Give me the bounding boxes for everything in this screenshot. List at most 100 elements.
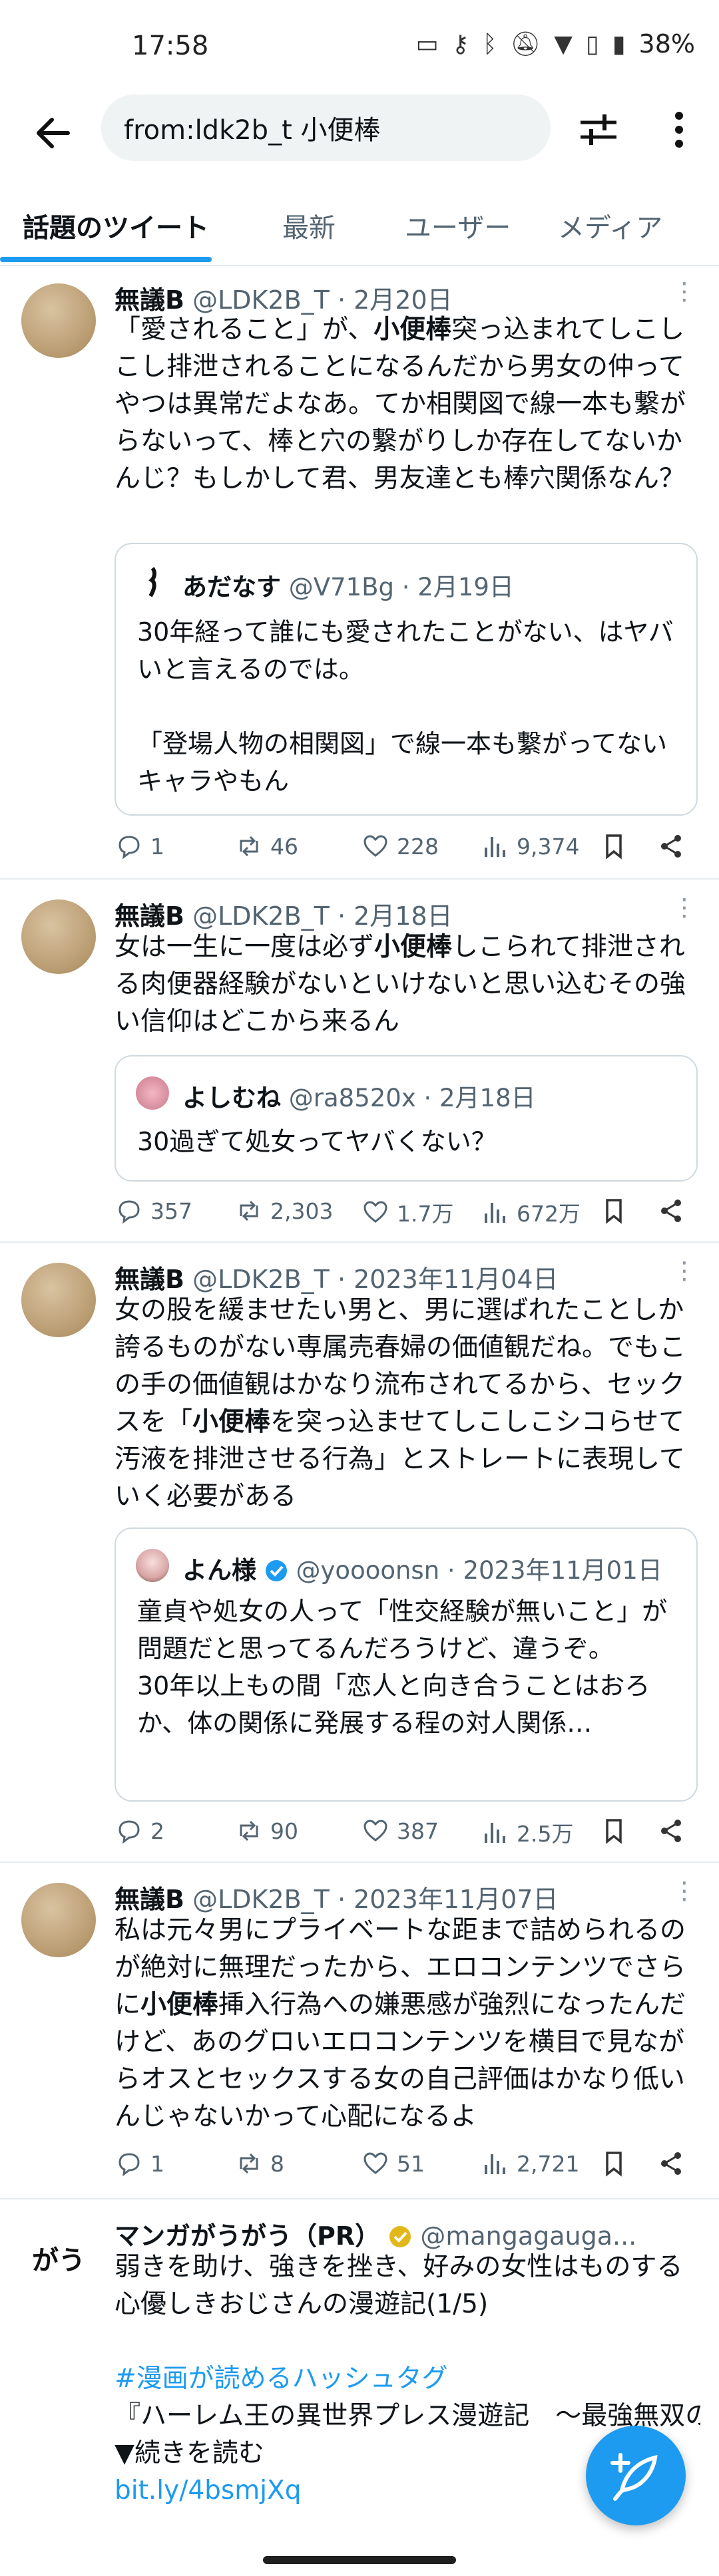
tweet-more-icon[interactable]: ⋮ — [672, 278, 696, 305]
author-name[interactable]: 無議B — [115, 901, 184, 931]
views-icon — [485, 837, 505, 857]
like-button[interactable]: 228 — [361, 832, 439, 861]
author-name[interactable]: 無議B — [115, 285, 184, 315]
avatar[interactable] — [21, 1883, 96, 1957]
verified-badge-icon — [265, 1560, 287, 1581]
author-name[interactable]: マンガがうがう（PR） — [115, 2221, 380, 2251]
heart-icon — [363, 1820, 387, 1842]
tab-latest[interactable]: 最新 — [282, 206, 336, 245]
heart-icon — [363, 1201, 387, 1223]
bookmark-button[interactable] — [599, 832, 628, 861]
overflow-menu-button[interactable] — [659, 106, 699, 153]
reply-icon — [119, 836, 140, 860]
views-icon — [485, 2154, 505, 2174]
tweet[interactable]: 無議B @LDK2B_T · 2023年11月04日 ⋮ 女の股を緩ませたい男と… — [0, 1244, 719, 1863]
tweet[interactable]: 無議B @LDK2B_T · 2月20日 ⋮ 「愛されること」が、小便棒突っ込ま… — [0, 267, 719, 880]
quote-text: 童貞や処女の人って「性交経験が無いこと」が問題だと思ってるんだろうけど、違うぞ。… — [137, 1597, 668, 1738]
tweet[interactable]: 無議B @LDK2B_T · 2023年11月07日 ⋮ 私は元々男にプライベー… — [0, 1864, 719, 2199]
tweet-more-icon[interactable]: ⋮ — [672, 1257, 696, 1285]
author-handle-date: @LDK2B_T · 2月20日 — [192, 285, 453, 315]
share-button[interactable] — [656, 2149, 686, 2178]
hashtag-link[interactable]: #漫画が読めるハッシュタグ — [115, 2360, 700, 2398]
reply-icon — [119, 2153, 140, 2177]
tweet-more-icon[interactable]: ⋮ — [672, 1877, 696, 1905]
compose-feather-icon — [610, 2453, 658, 2501]
bookmark-button[interactable] — [599, 1196, 628, 1225]
bookmark-button[interactable] — [599, 1816, 628, 1846]
wifi-icon: ▼ — [554, 30, 573, 58]
quote-header: よしむね @ra8520x · 2月18日 — [182, 1084, 536, 1112]
quoted-tweet[interactable]: よしむね @ra8520x · 2月18日 30過ぎて処女ってヤバくない？ — [115, 1055, 698, 1182]
search-input[interactable]: from:ldk2b_t 小便棒 — [124, 108, 380, 147]
author-handle: @mangagauga... — [420, 2221, 637, 2251]
tweet-text: 私は元々男にプライベートな距まで詰められるのが絶対に無理だったから、エロコンテン… — [115, 1915, 686, 2132]
search-settings-button[interactable] — [575, 106, 622, 153]
tweet[interactable]: 無議B @LDK2B_T · 2月18日 ⋮ 女は一生に一度は必ず小便棒しこられ… — [0, 881, 719, 1243]
heart-icon — [363, 835, 387, 857]
views-icon — [485, 1823, 505, 1843]
quoted-tweet[interactable]: あだなす @V71Bg · 2月19日 30年経って誰にも愛されたことがない、は… — [115, 543, 698, 816]
retweet-button[interactable]: 46 — [234, 832, 298, 861]
reply-button[interactable]: 1 — [115, 832, 164, 861]
tweet-actions: 357 2,303 1.7万 672万 — [115, 1196, 700, 1236]
tweet-text: 女は一生に一度は必ず小便棒しこられて排泄される肉便器経験がないといけないと思い込… — [115, 932, 686, 1037]
views-button[interactable]: 2,721 — [481, 2149, 579, 2178]
search-tabs: 話題のツイート 最新 ユーザー メディア — [0, 193, 719, 266]
status-time: 17:58 — [132, 31, 209, 61]
key-icon: ⚷ — [451, 30, 469, 58]
views-button[interactable]: 9,374 — [481, 832, 579, 861]
author-name[interactable]: 無議B — [115, 1885, 184, 1914]
back-button[interactable] — [27, 106, 80, 160]
status-bar: 17:58 ▭ ⚷ ᛒ 🔕︎ ▼ ▯ ▮ 38% — [0, 0, 719, 100]
bookmark-icon — [606, 1199, 622, 1224]
avatar[interactable] — [21, 1263, 96, 1337]
retweet-icon — [240, 1820, 258, 1842]
quote-header: あだなす @V71Bg · 2月19日 — [182, 573, 514, 601]
hd-icon: ▭ — [415, 30, 439, 58]
author-name[interactable]: 無議B — [115, 1265, 184, 1294]
like-button[interactable]: 1.7万 — [361, 1196, 453, 1228]
tab-users[interactable]: ユーザー — [405, 206, 511, 245]
compose-tweet-button[interactable] — [586, 2426, 686, 2525]
views-icon — [485, 1203, 505, 1223]
verified-badge-icon — [389, 2226, 411, 2247]
bookmark-button[interactable] — [599, 2149, 628, 2178]
mute-icon: 🔕︎ — [510, 31, 541, 58]
reply-icon — [119, 1820, 140, 1844]
share-button[interactable] — [656, 832, 686, 861]
active-tab-indicator — [0, 257, 212, 262]
share-icon — [661, 1200, 681, 1222]
sim-icon: ▯ — [585, 30, 599, 58]
advertiser-avatar[interactable]: がう — [21, 2221, 96, 2295]
author-handle-date: @LDK2B_T · 2023年11月04日 — [192, 1265, 559, 1294]
share-icon — [661, 835, 681, 858]
tweet-actions: 1 46 228 9,374 — [115, 832, 700, 872]
tab-media[interactable]: メディア — [558, 206, 662, 245]
tweet-text: 「愛されること」が、小便棒突っ込まれてしこしこし排泄されることになるんだから男女… — [115, 315, 686, 494]
reply-button[interactable]: 2 — [115, 1816, 164, 1846]
tune-icon — [581, 114, 616, 145]
retweet-icon — [240, 1200, 258, 1221]
avatar[interactable] — [21, 283, 96, 358]
retweet-button[interactable]: 2,303 — [234, 1196, 333, 1225]
views-button[interactable]: 672万 — [481, 1196, 581, 1228]
views-button[interactable]: 2.5万 — [481, 1816, 573, 1848]
share-button[interactable] — [656, 1816, 686, 1846]
tweet-actions: 1 8 51 2,721 — [115, 2149, 700, 2189]
retweet-button[interactable]: 90 — [234, 1816, 298, 1846]
gesture-nav-bar[interactable] — [263, 2556, 456, 2564]
avatar[interactable] — [21, 899, 96, 974]
back-arrow-icon — [37, 118, 70, 148]
share-button[interactable] — [656, 1196, 686, 1225]
like-button[interactable]: 387 — [361, 1816, 439, 1846]
quoted-tweet[interactable]: よん様 @yoooonsn · 2023年11月01日 童貞や処女の人って「性交… — [115, 1528, 698, 1802]
tweet-header: 無議B @LDK2B_T · 2023年11月07日 — [115, 1879, 559, 1915]
reply-button[interactable]: 357 — [115, 1196, 192, 1225]
tab-top[interactable]: 話題のツイート — [23, 206, 209, 245]
retweet-button[interactable]: 8 — [234, 2149, 284, 2178]
like-button[interactable]: 51 — [361, 2149, 425, 2178]
reply-button[interactable]: 1 — [115, 2149, 164, 2178]
author-handle-date: @LDK2B_T · 2023年11月07日 — [192, 1885, 559, 1914]
tweet-more-icon[interactable]: ⋮ — [672, 894, 696, 921]
quote-header: よん様 @yoooonsn · 2023年11月01日 — [182, 1556, 662, 1585]
